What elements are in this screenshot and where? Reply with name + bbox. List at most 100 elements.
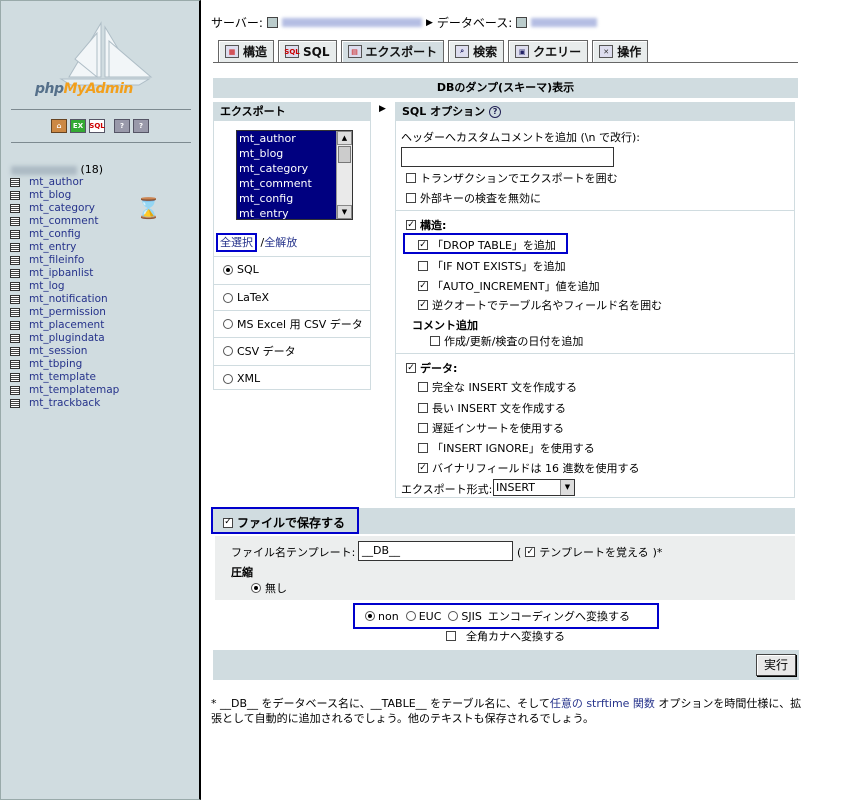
format-latex[interactable]: LaTeX	[214, 284, 370, 310]
encoding-sjis-radio[interactable]	[448, 611, 459, 621]
table-icon[interactable]	[10, 204, 20, 213]
table-option[interactable]: mt_category	[237, 161, 352, 176]
table-link[interactable]: mt_config	[29, 228, 81, 241]
format-csv[interactable]: CSV データ	[214, 337, 370, 363]
hex-binary-option[interactable]: ✓ バイナリフィールドは 16 進数を使用する	[418, 460, 640, 476]
delayed-insert-checkbox[interactable]	[418, 423, 428, 433]
table-icon[interactable]	[10, 178, 20, 187]
table-icon[interactable]	[10, 386, 20, 395]
scrollbar[interactable]: ▲ ▼	[336, 131, 352, 219]
tab-query[interactable]: ▣ クエリー	[508, 40, 589, 62]
dates-option[interactable]: 作成/更新/検査の日付を追加	[430, 333, 583, 349]
table-icon[interactable]	[10, 282, 20, 291]
server-name-redacted[interactable]	[281, 18, 422, 27]
save-file-option[interactable]: ✓ ファイルで保存する	[223, 514, 345, 531]
format-sql[interactable]: SQL	[214, 256, 370, 282]
table-option[interactable]: mt_comment	[237, 176, 352, 191]
auto-increment-option[interactable]: ✓ 「AUTO_INCREMENT」値を追加	[418, 278, 600, 294]
table-list-item[interactable]: mt_fileinfo	[10, 254, 119, 267]
transaction-option[interactable]: トランザクションでエクスポートを囲む	[406, 170, 618, 186]
scroll-down-icon[interactable]: ▼	[337, 205, 352, 219]
table-link[interactable]: mt_ipbanlist	[29, 267, 93, 280]
table-link[interactable]: mt_entry	[29, 241, 76, 254]
table-icon[interactable]	[10, 308, 20, 317]
encoding-euc-radio[interactable]	[405, 611, 416, 621]
table-option[interactable]: mt_config	[237, 191, 352, 206]
compress-none-option[interactable]: 無し	[251, 580, 287, 596]
phpmyadmin-logo[interactable]: phpMyAdmin	[31, 19, 171, 101]
table-icon[interactable]	[10, 321, 20, 330]
table-link[interactable]: mt_template	[29, 371, 96, 384]
delayed-insert-option[interactable]: 遅延インサートを使用する	[418, 420, 564, 436]
table-link[interactable]: mt_fileinfo	[29, 254, 84, 267]
export-type-select[interactable]: INSERT ▼	[493, 479, 575, 496]
table-multiselect[interactable]: mt_author mt_blog mt_category mt_comment mt_…	[236, 130, 353, 220]
home-icon[interactable]: ⌂	[51, 119, 67, 133]
sql-icon[interactable]: SQL	[89, 119, 105, 133]
table-icon[interactable]	[10, 334, 20, 343]
tab-search[interactable]: ⌕ 検索	[448, 40, 505, 62]
radio-xml[interactable]	[223, 373, 233, 384]
dates-checkbox[interactable]	[430, 336, 440, 346]
docs-icon[interactable]: ?	[133, 119, 149, 133]
table-icon[interactable]	[10, 269, 20, 278]
deselect-all-link[interactable]: 全解放	[264, 236, 297, 249]
table-link[interactable]: mt_notification	[29, 293, 108, 306]
scroll-thumb[interactable]	[338, 146, 351, 163]
table-list-item[interactable]: mt_template	[10, 371, 119, 384]
help-icon[interactable]: ?	[489, 106, 502, 118]
disable-fk-checkbox[interactable]	[406, 193, 416, 203]
radio-latex[interactable]	[223, 292, 233, 303]
if-not-exists-option[interactable]: 「IF NOT EXISTS」を追加	[418, 258, 566, 274]
table-icon[interactable]	[10, 399, 20, 408]
database-name-redacted[interactable]	[531, 18, 598, 27]
database-name[interactable]: (18)	[11, 163, 103, 176]
save-file-checkbox[interactable]: ✓	[223, 517, 233, 528]
auto-increment-checkbox[interactable]: ✓	[418, 281, 428, 291]
backquotes-checkbox[interactable]: ✓	[418, 300, 428, 310]
data-option[interactable]: ✓ データ:	[406, 360, 457, 376]
help-icon[interactable]: ?	[114, 119, 130, 133]
table-list-item[interactable]: mt_author	[10, 176, 119, 189]
table-option[interactable]: mt_entry	[237, 206, 352, 219]
remember-template-option[interactable]: (✓ テンプレートを覚える)*	[517, 544, 662, 560]
complete-insert-checkbox[interactable]	[418, 382, 428, 392]
table-list-item[interactable]: mt_templatemap	[10, 384, 119, 397]
table-list-item[interactable]: mt_category	[10, 202, 119, 215]
structure-option[interactable]: ✓ 構造:	[406, 217, 446, 233]
table-list-item[interactable]: mt_comment	[10, 215, 119, 228]
disable-fk-option[interactable]: 外部キーの検査を無効に	[406, 190, 541, 206]
table-list-item[interactable]: mt_config	[10, 228, 119, 241]
table-list-item[interactable]: mt_session	[10, 345, 119, 358]
table-icon[interactable]	[10, 347, 20, 356]
extended-insert-option[interactable]: 長い INSERT 文を作成する	[418, 400, 566, 416]
table-link[interactable]: mt_trackback	[29, 397, 100, 410]
drop-table-option[interactable]: ✓ 「DROP TABLE」を追加	[418, 237, 556, 253]
remember-template-checkbox[interactable]: ✓	[525, 547, 536, 557]
hex-binary-checkbox[interactable]: ✓	[418, 463, 428, 473]
encoding-non-radio[interactable]	[365, 611, 375, 621]
transaction-checkbox[interactable]	[406, 173, 416, 183]
go-button[interactable]: 実行	[756, 654, 796, 676]
table-icon[interactable]	[10, 230, 20, 239]
structure-checkbox[interactable]: ✓	[406, 220, 416, 230]
table-list-item[interactable]: mt_permission	[10, 306, 119, 319]
table-list-item[interactable]: mt_plugindata	[10, 332, 119, 345]
scroll-up-icon[interactable]: ▲	[337, 131, 352, 145]
tab-sql[interactable]: SQL SQL	[278, 40, 337, 62]
table-link[interactable]: mt_tbping	[29, 358, 82, 371]
table-link[interactable]: mt_permission	[29, 306, 106, 319]
table-icon[interactable]	[10, 217, 20, 226]
if-not-exists-checkbox[interactable]	[418, 261, 428, 271]
table-icon[interactable]	[10, 360, 20, 369]
tab-operations[interactable]: ✕ 操作	[592, 40, 649, 62]
table-list-item[interactable]: mt_ipbanlist	[10, 267, 119, 280]
zenkaku-option[interactable]: 全角カナへ変換する	[446, 628, 565, 644]
exit-icon[interactable]: EX	[70, 119, 86, 133]
tab-structure[interactable]: ▦ 構造	[218, 40, 275, 62]
table-icon[interactable]	[10, 256, 20, 265]
filename-template-input[interactable]: __DB__	[358, 541, 513, 561]
table-list-item[interactable]: mt_tbping	[10, 358, 119, 371]
table-icon[interactable]	[10, 373, 20, 382]
table-link[interactable]: mt_author	[29, 176, 83, 189]
